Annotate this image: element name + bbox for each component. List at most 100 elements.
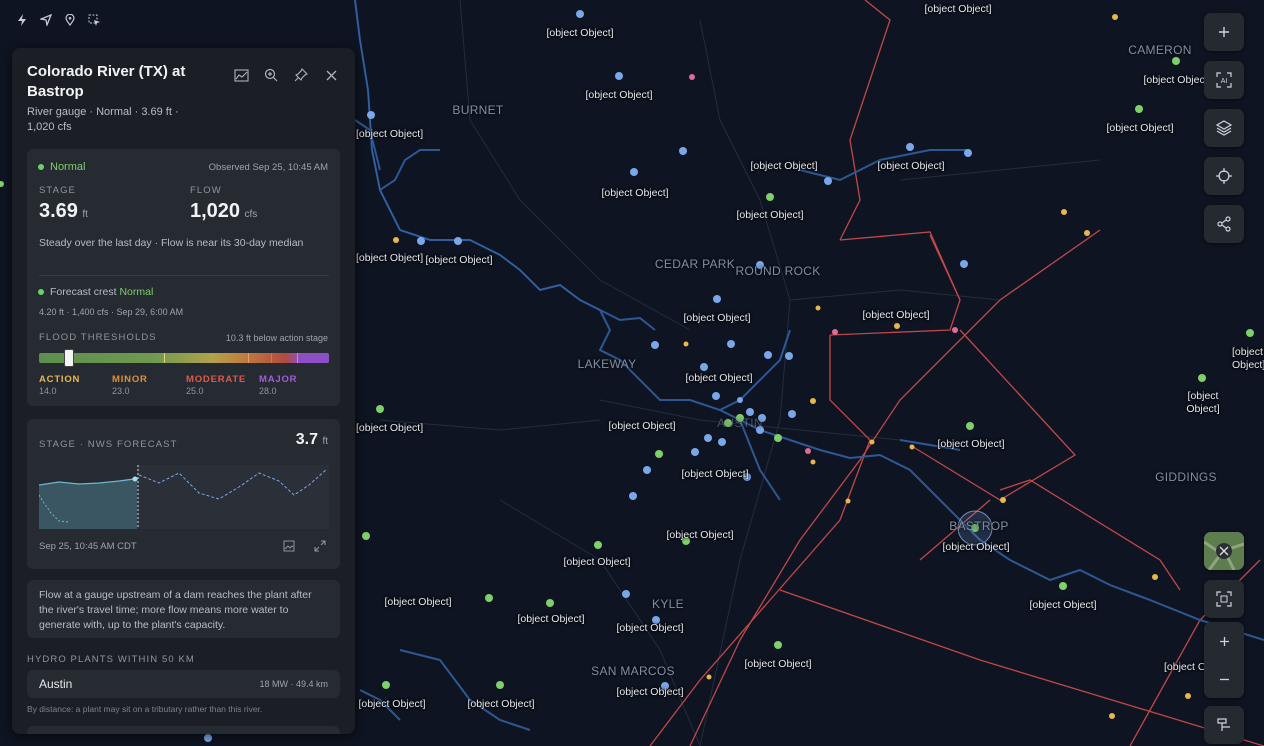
gauge-label[interactable]: [object Object] [425, 254, 492, 267]
add-button[interactable] [1204, 13, 1244, 51]
forecast-status: Normal [119, 286, 154, 298]
gauge-label[interactable]: [object Object] [384, 596, 451, 609]
zoom-in-button[interactable] [1204, 622, 1244, 660]
forecast-chart-card: STAGE · NWS FORECAST 3.7 ft Sep 25, 10:4… [27, 419, 340, 569]
info-card: Flow at a gauge upstream of a dam reache… [27, 580, 340, 638]
forecast-label: Forecast crest [50, 286, 117, 298]
select-icon[interactable] [82, 8, 106, 32]
threshold-name: MODERATE [186, 374, 247, 385]
place-label-lakeway: LAKEWAY [577, 357, 637, 371]
image-icon[interactable] [283, 539, 295, 557]
share-button[interactable] [1204, 205, 1244, 243]
gauge-label[interactable]: [object Object] [877, 160, 944, 173]
top-toolbar [10, 8, 106, 32]
gauge-label[interactable]: [object Object] [1143, 74, 1210, 87]
threshold-value: 23.0 [112, 386, 130, 396]
threshold-major: MAJOR 28.0 [259, 374, 297, 396]
gauge-label[interactable]: [object Object] [608, 420, 675, 433]
plant-name: Austin [39, 677, 73, 691]
basemap-icon [1204, 532, 1244, 570]
thresholds-note: 10.3 ft below action stage [225, 333, 328, 343]
threshold-action: ACTION 14.0 [39, 374, 80, 396]
status-card: Normal Observed Sep 25, 10:45 AM STAGE F… [27, 149, 340, 406]
threshold-value: 28.0 [259, 386, 277, 396]
threshold-name: ACTION [39, 374, 81, 385]
gauge-label[interactable]: [object Object] [685, 372, 752, 385]
gauge-label[interactable]: [object Object] [736, 209, 803, 222]
thresholds-label: FLOOD THRESHOLDS [39, 332, 157, 343]
threshold-legend: ACTION 14.0 MINOR 23.0 MODERATE 25.0 MAJOR 28.0 [39, 374, 329, 400]
zoom-controls [1204, 622, 1244, 698]
svg-text:AI: AI [1221, 78, 1228, 85]
layers-button[interactable] [1204, 109, 1244, 147]
gauge-label[interactable]: [object Object] [1173, 390, 1234, 415]
plant-row[interactable]: Austin 18 MW · 49.4 km [27, 670, 340, 698]
gauge-label[interactable]: [object Object] [666, 529, 733, 542]
navigate-icon[interactable] [34, 8, 58, 32]
gauge-label[interactable]: [object Object] [358, 698, 425, 711]
divider [39, 275, 329, 276]
gauge-label[interactable]: [object Object] [601, 187, 668, 200]
threshold-moderate: MODERATE 25.0 [186, 374, 246, 396]
gauge-label[interactable]: [object Object] [1106, 122, 1173, 135]
forecast-unit: ft [322, 436, 328, 447]
lightning-icon[interactable] [10, 8, 34, 32]
close-icon[interactable] [319, 66, 343, 84]
gauge-label[interactable]: [object Object] [924, 3, 991, 16]
gauge-label[interactable]: [object Object] [681, 468, 748, 481]
gauge-label[interactable]: [object Object] [585, 89, 652, 102]
gauge-label[interactable]: [object Object] [356, 422, 423, 435]
threshold-value: 14.0 [39, 386, 57, 396]
gauge-label[interactable]: [object Object] [744, 658, 811, 671]
legend-icon [1217, 718, 1230, 731]
ai-button[interactable]: AI [1204, 61, 1244, 99]
place-label-kyle: KYLE [652, 597, 684, 611]
pin-panel-icon[interactable] [289, 66, 313, 84]
fit-bounds-button[interactable] [1204, 580, 1244, 618]
gauge-label[interactable]: [object Object] [517, 613, 584, 626]
gauge-label[interactable]: [object Object] [356, 128, 423, 141]
chart-icon[interactable] [229, 66, 253, 84]
status-badge: Normal [38, 161, 85, 173]
observed-time: Observed Sep 25, 10:45 AM [208, 162, 328, 173]
gauge-label[interactable]: [object Object] [750, 160, 817, 173]
place-label-burnet: BURNET [452, 103, 504, 117]
threshold-name: MAJOR [259, 374, 298, 385]
basemap-button[interactable] [1204, 532, 1244, 570]
zoom-out-button[interactable] [1204, 660, 1244, 698]
threshold-name: MINOR [112, 374, 148, 385]
expand-icon[interactable] [314, 539, 326, 557]
threshold-bar [39, 353, 329, 363]
gauge-label[interactable]: [object Object] [942, 541, 1009, 554]
place-label-cameron: CAMERON [1128, 43, 1192, 57]
gauge-label[interactable]: [object Object] [356, 252, 423, 265]
gauge-label[interactable]: [object Object] [467, 698, 534, 711]
place-label-san-marcos: SAN MARCOS [591, 664, 675, 678]
status-text: Normal [50, 161, 86, 173]
flow-reading: 1,020 cfs [190, 200, 257, 223]
zoom-to-icon[interactable] [259, 66, 283, 84]
gauge-label[interactable]: [object Object] [546, 27, 613, 40]
place-label-round-rock: ROUND ROCK [735, 264, 821, 278]
gauge-label[interactable]: [object Object] [1232, 346, 1264, 371]
forecast-chart-value: 3.7 ft [296, 431, 328, 449]
forecast-detail: 4.20 ft · 1,400 cfs · Sep 29, 6:00 AM [39, 307, 184, 317]
gauge-label[interactable]: [object Object] [937, 438, 1004, 451]
fit-icon [1216, 591, 1232, 607]
legend-button[interactable] [1204, 706, 1244, 744]
gauge-label[interactable]: [object Object] [862, 309, 929, 322]
pin-icon[interactable] [58, 8, 82, 32]
hydro-header: HYDRO PLANTS WITHIN 50 KM [27, 654, 195, 665]
locate-icon [1216, 168, 1232, 184]
gauge-label[interactable]: [object Object] [563, 556, 630, 569]
info-text: Flow at a gauge upstream of a dam reache… [39, 589, 312, 631]
locate-button[interactable] [1204, 157, 1244, 195]
plant-detail: 18 MW · 49.4 km [259, 679, 328, 689]
forecast-crest: Forecast crest Normal [38, 286, 153, 298]
gauge-label[interactable]: [object Object] [616, 622, 683, 635]
gauge-label[interactable]: [object Object] [683, 312, 750, 325]
place-label-giddings: GIDDINGS [1155, 470, 1217, 484]
gauge-subtitle: River gauge · Normal · 3.69 ft · 1,020 c… [27, 106, 179, 133]
gauge-label[interactable]: [object Object] [1029, 599, 1096, 612]
gauge-label[interactable]: [object Object] [616, 686, 683, 699]
